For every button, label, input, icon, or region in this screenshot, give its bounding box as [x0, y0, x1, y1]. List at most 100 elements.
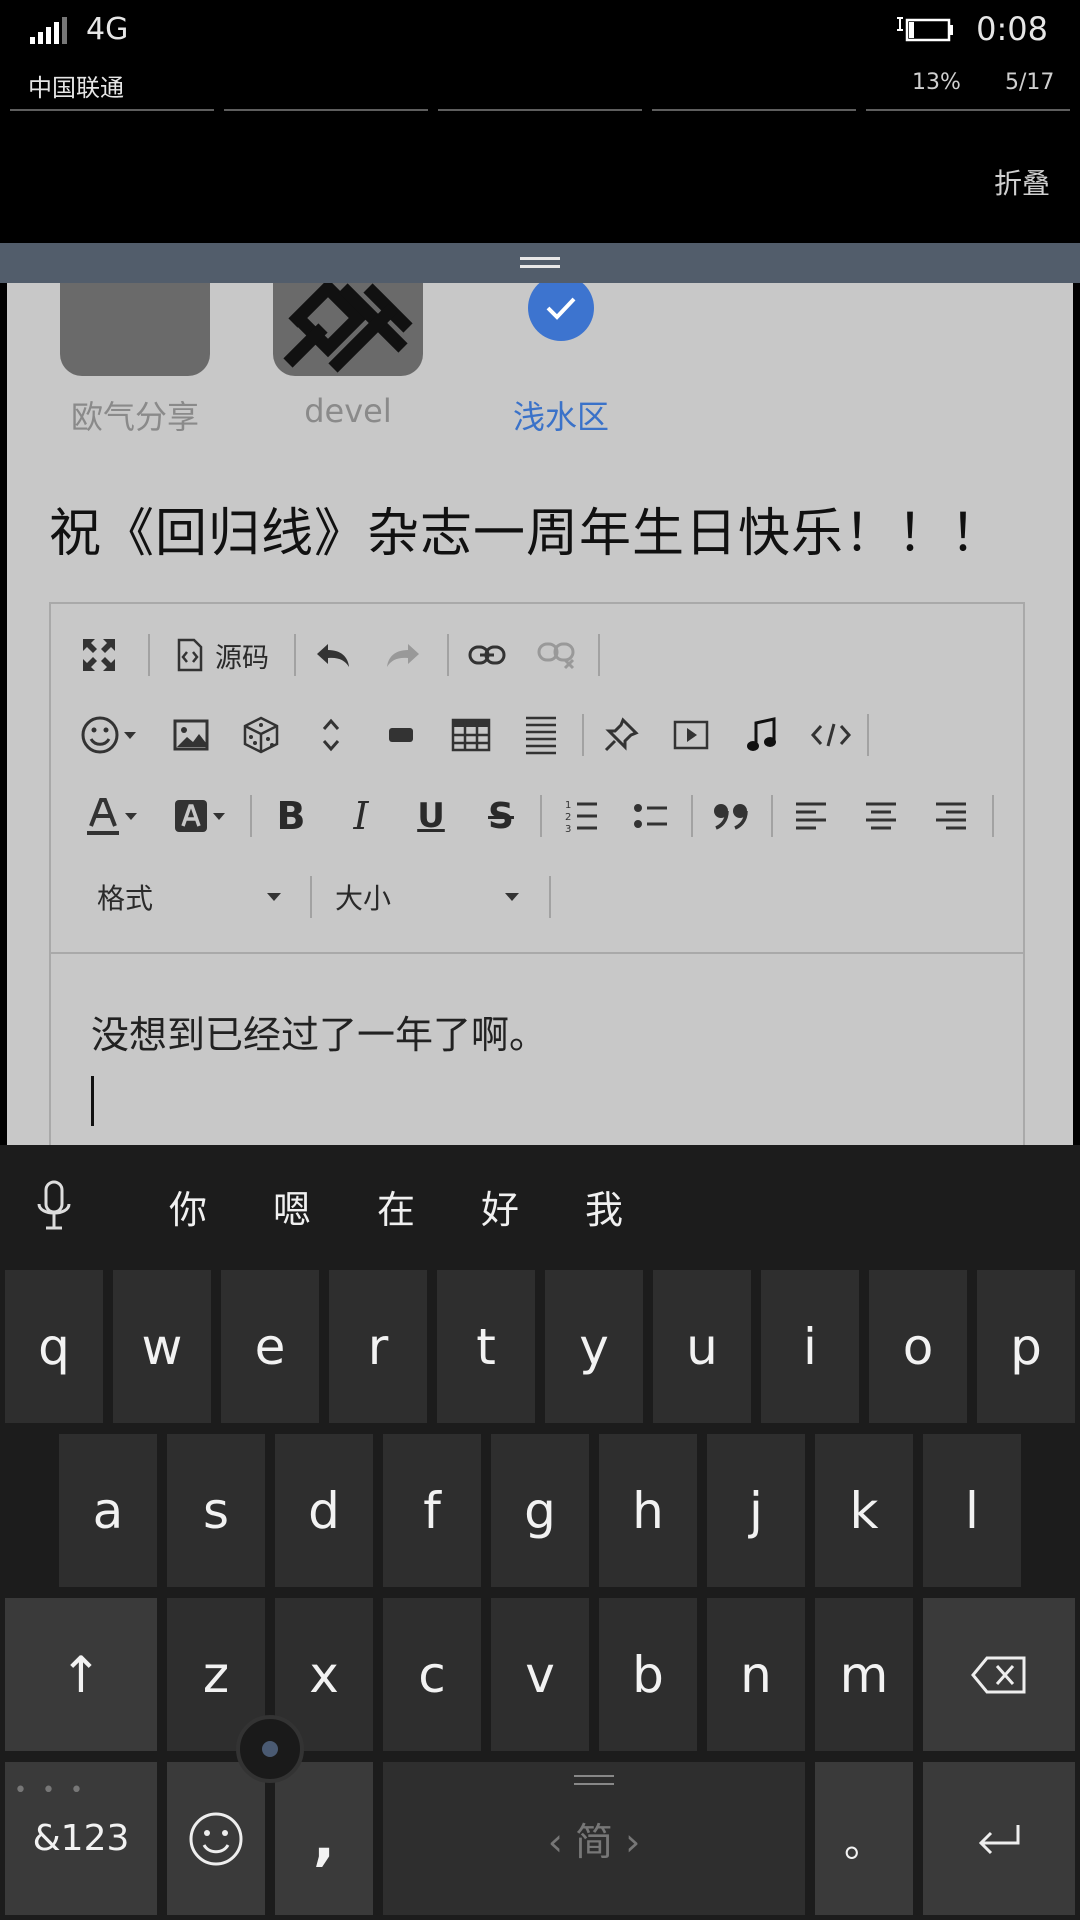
enter-key[interactable]: [923, 1762, 1075, 1915]
board-avatar: [273, 283, 423, 376]
svg-text:1: 1: [565, 800, 571, 811]
bold-icon[interactable]: B: [269, 791, 313, 841]
dice-icon[interactable]: [239, 710, 283, 760]
rich-text-editor: 源码 B I U S 1 2 3 格式 大小 没想到已经过了一年了啊。: [49, 602, 1025, 1145]
expand-icon[interactable]: [309, 710, 353, 760]
hr-icon[interactable]: [379, 710, 423, 760]
align-lines-icon[interactable]: [519, 710, 563, 760]
divider: [10, 109, 214, 111]
underline-icon[interactable]: U: [409, 791, 453, 841]
key-d[interactable]: d: [275, 1434, 373, 1587]
code-icon[interactable]: [809, 710, 853, 760]
status-bar: 4G 0:08 中国联通 13% 5/17 折叠: [0, 0, 1080, 243]
music-icon[interactable]: [739, 710, 783, 760]
candidate-word[interactable]: 你: [169, 1179, 207, 1234]
unlink-icon[interactable]: [535, 630, 579, 680]
key-i[interactable]: i: [761, 1270, 859, 1423]
size-dropdown[interactable]: 大小: [335, 872, 525, 922]
key-b[interactable]: b: [599, 1598, 697, 1751]
divider: [540, 795, 542, 837]
board-item-devel[interactable]: devel: [273, 283, 423, 430]
backspace-key[interactable]: [923, 1598, 1075, 1751]
divider: [294, 634, 296, 676]
backspace-icon: [971, 1656, 1026, 1693]
divider: [867, 714, 869, 756]
format-dropdown[interactable]: 格式: [97, 872, 287, 922]
key-w[interactable]: w: [113, 1270, 211, 1423]
key-k[interactable]: k: [815, 1434, 913, 1587]
post-title[interactable]: 祝《回归线》杂志一周年生日快乐！！！: [49, 491, 1003, 566]
divider: [598, 634, 600, 676]
collapse-button[interactable]: 折叠: [994, 162, 1050, 202]
key-j[interactable]: j: [707, 1434, 805, 1587]
redo-icon[interactable]: [381, 630, 425, 680]
quote-icon[interactable]: [709, 791, 753, 841]
pin-icon[interactable]: [599, 710, 643, 760]
key-r[interactable]: r: [329, 1270, 427, 1423]
font-color-icon[interactable]: [79, 791, 143, 841]
emoji-icon[interactable]: [75, 710, 141, 760]
key-s[interactable]: s: [167, 1434, 265, 1587]
comma-key[interactable]: ,: [275, 1762, 373, 1915]
divider: [310, 876, 312, 918]
source-button[interactable]: 源码: [166, 630, 278, 680]
board-avatar: [60, 283, 210, 376]
bullet-list-icon[interactable]: [629, 791, 673, 841]
source-icon: [177, 638, 203, 672]
key-o[interactable]: o: [869, 1270, 967, 1423]
signal-icon: [30, 16, 70, 44]
key-p[interactable]: p: [977, 1270, 1075, 1423]
key-n[interactable]: n: [707, 1598, 805, 1751]
space-label: ‹ 简 ›: [547, 1820, 641, 1864]
period-key[interactable]: 。: [815, 1762, 913, 1915]
candidate-word[interactable]: 我: [585, 1179, 623, 1234]
key-t[interactable]: t: [437, 1270, 535, 1423]
format-label: 格式: [97, 882, 154, 915]
key-a[interactable]: a: [59, 1434, 157, 1587]
maximize-icon[interactable]: [77, 630, 121, 680]
link-icon[interactable]: [465, 630, 509, 680]
strike-icon[interactable]: S: [479, 791, 523, 841]
board-item-ouqi[interactable]: 欧气分享: [60, 283, 210, 438]
microphone-icon[interactable]: [36, 1180, 72, 1232]
candidate-word[interactable]: 好: [481, 1179, 519, 1234]
more-dots: • • •: [14, 1778, 87, 1803]
table-icon[interactable]: [449, 710, 493, 760]
drag-handle[interactable]: [0, 243, 1080, 283]
svg-text:2: 2: [565, 812, 571, 823]
post-editor-page: 欧气分享 devel 浅水区 祝《回归线》杂志一周年生日快乐！！！ 源码 B I…: [7, 283, 1073, 1145]
align-center-icon[interactable]: [859, 791, 903, 841]
key-f[interactable]: f: [383, 1434, 481, 1587]
bg-color-icon[interactable]: [167, 791, 231, 841]
shift-key[interactable]: ↑: [5, 1598, 157, 1751]
emoji-icon: [189, 1812, 243, 1865]
divider: [438, 109, 642, 111]
cursor-joystick[interactable]: [236, 1715, 304, 1783]
key-g[interactable]: g: [491, 1434, 589, 1587]
key-l[interactable]: l: [923, 1434, 1021, 1587]
key-m[interactable]: m: [815, 1598, 913, 1751]
key-h[interactable]: h: [599, 1434, 697, 1587]
key-c[interactable]: c: [383, 1598, 481, 1751]
key-e[interactable]: e: [221, 1270, 319, 1423]
post-body-text[interactable]: 没想到已经过了一年了啊。: [91, 1004, 547, 1059]
size-label: 大小: [335, 882, 392, 915]
undo-icon[interactable]: [311, 630, 355, 680]
key-u[interactable]: u: [653, 1270, 751, 1423]
drag-handle: [574, 1783, 614, 1785]
ordered-list-icon[interactable]: 123: [559, 791, 603, 841]
align-right-icon[interactable]: [929, 791, 973, 841]
italic-icon[interactable]: I: [339, 791, 383, 841]
image-icon[interactable]: [169, 710, 213, 760]
align-left-icon[interactable]: [789, 791, 833, 841]
key-y[interactable]: y: [545, 1270, 643, 1423]
key-v[interactable]: v: [491, 1598, 589, 1751]
emoji-key[interactable]: [167, 1762, 265, 1915]
candidate-word[interactable]: 嗯: [273, 1179, 311, 1234]
key-q[interactable]: q: [5, 1270, 103, 1423]
editor-toolbar: 源码 B I U S 1 2 3 格式 大小: [51, 604, 1023, 954]
candidate-word[interactable]: 在: [377, 1179, 415, 1234]
board-label: devel: [304, 392, 392, 430]
video-icon[interactable]: [669, 710, 713, 760]
page-indicator: 5/17: [1005, 70, 1055, 95]
